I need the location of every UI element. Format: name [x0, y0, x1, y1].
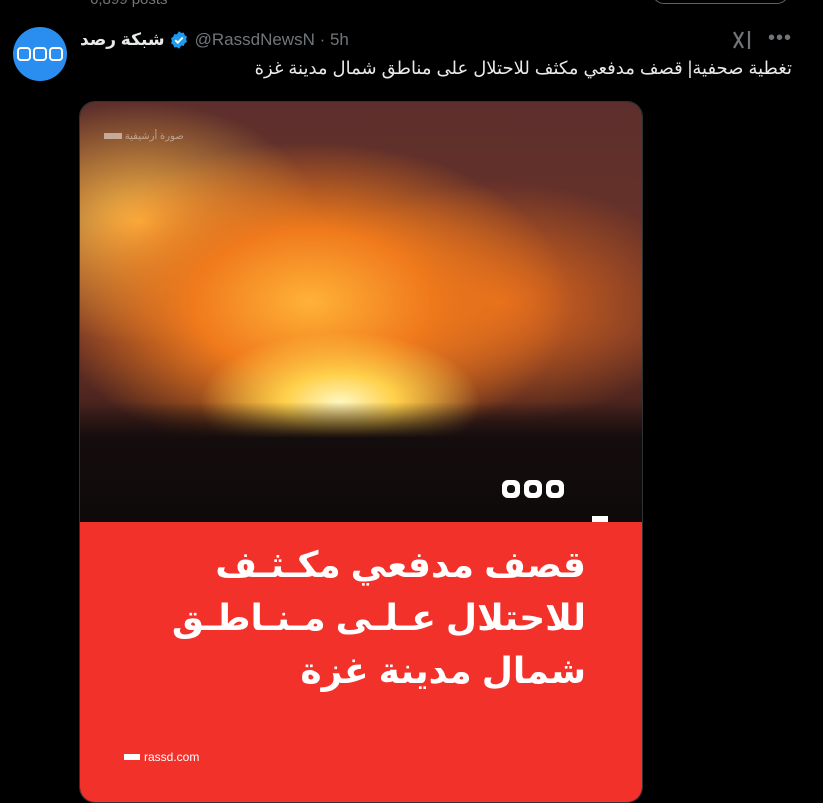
rassd-logo-icon: [502, 480, 564, 498]
more-icon[interactable]: •••: [768, 28, 792, 52]
tweet-text: تغطية صحفية| قصف مدفعي مكثف للاحتلال على…: [254, 58, 792, 78]
handle-and-time[interactable]: @RassdNewsN · 5h: [195, 30, 349, 50]
tweet-media[interactable]: صورة أرشيفية قصف مدفعي مكـثـف للاحتلال ع…: [79, 101, 643, 803]
headline-panel: قصف مدفعي مكـثـف للاحتلال عـلـى مـنـاطـق…: [80, 522, 642, 802]
headline-line: قصف مدفعي مكـثـف: [215, 544, 586, 585]
grok-icon[interactable]: [730, 28, 754, 52]
city-skyline: [80, 402, 642, 522]
follow-button-fragment[interactable]: [652, 0, 789, 4]
headline-line: للاحتلال عـلـى مـنـاطـق: [171, 597, 586, 638]
previous-post-fragment: 6,899 posts: [0, 0, 823, 14]
tweet-header: شبكة رصد @RassdNewsN · 5h: [80, 28, 349, 52]
site-logo-icon: [124, 754, 140, 760]
display-name[interactable]: شبكة رصد: [80, 30, 165, 50]
posts-count: 6,899 posts: [90, 0, 168, 8]
avatar[interactable]: [13, 27, 67, 81]
rassd-logo-icon: [17, 47, 63, 61]
archive-watermark: صورة أرشيفية: [100, 131, 184, 142]
headline-line: شمال مدينة غزة: [300, 650, 586, 691]
explosion-photo: صورة أرشيفية: [80, 102, 642, 522]
media-headline: قصف مدفعي مكـثـف للاحتلال عـلـى مـنـاطـق…: [116, 538, 586, 697]
verified-badge-icon: [170, 31, 187, 49]
